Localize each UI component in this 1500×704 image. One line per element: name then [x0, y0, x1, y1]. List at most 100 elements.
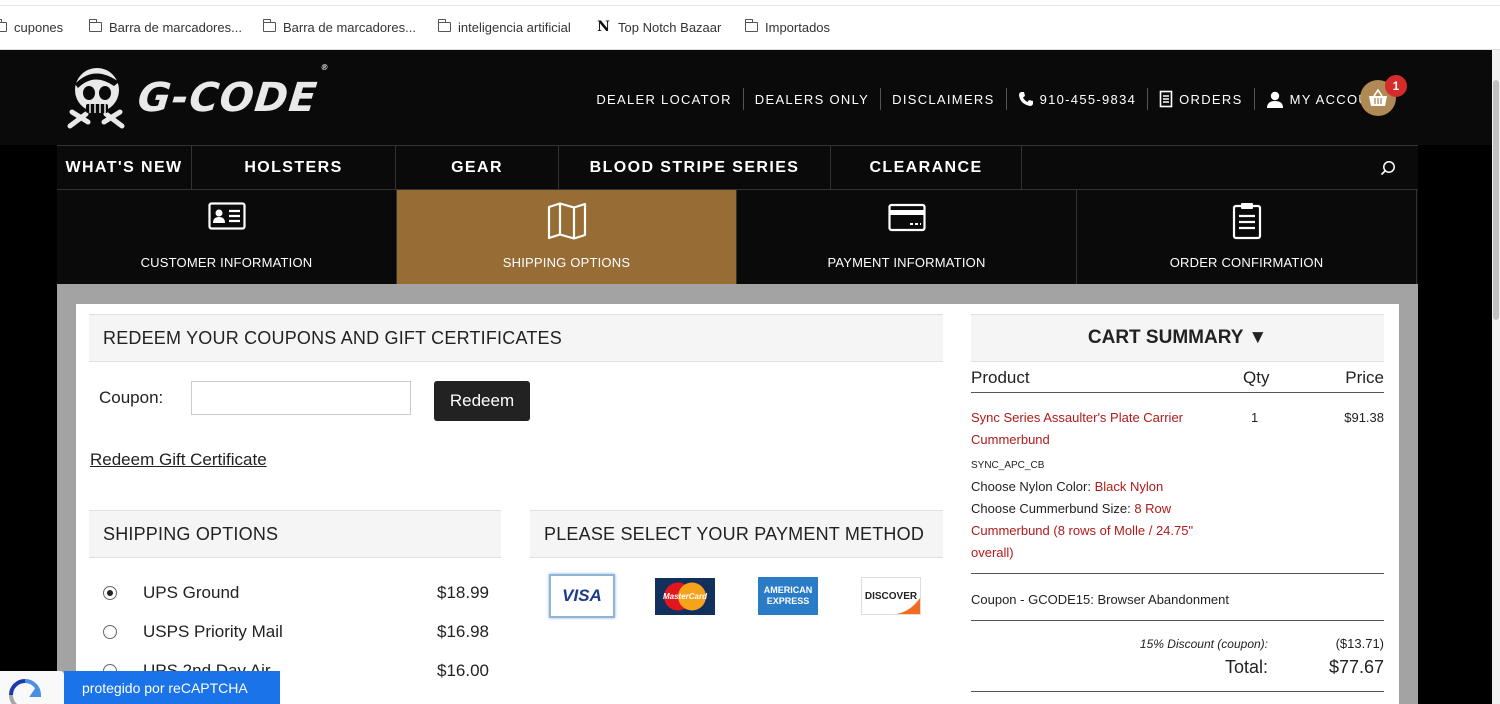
bookmark-top-notch[interactable]: N Top Notch Bazaar — [596, 18, 721, 36]
folder-icon — [263, 19, 276, 32]
dealer-locator-label: DEALER LOCATOR — [596, 91, 732, 107]
tab-strip-edge — [0, 0, 1500, 6]
shipping-options-heading: SHIPPING OPTIONS — [89, 510, 501, 558]
amex-logo-top: AMERICAN — [763, 585, 813, 595]
col-qty: Qty — [1243, 368, 1270, 387]
bookmark-barra-2[interactable]: Barra de marcadores... — [263, 18, 416, 36]
coupons-heading-text: REDEEM YOUR COUPONS AND GIFT CERTIFICATE… — [103, 327, 562, 348]
discover-card-option[interactable]: DISCOVER — [861, 577, 921, 615]
folder-icon — [89, 19, 102, 32]
cart-item-option-size: Choose Cummerbund Size: 8 Row Cummerbund… — [971, 498, 1221, 564]
phone-label: 910-455-9834 — [1039, 91, 1137, 107]
step-customer-information[interactable]: CUSTOMER INFORMATION — [57, 190, 397, 284]
basket-icon — [1369, 89, 1387, 106]
recaptcha-label: protegido por reCAPTCHA — [82, 679, 248, 696]
step-shipping-options[interactable]: SHIPPING OPTIONS — [397, 190, 737, 284]
gcode-logo[interactable]: G-CODE® — [64, 62, 330, 134]
radio-unselected[interactable] — [103, 625, 117, 639]
dealers-only-label: DEALERS ONLY — [754, 91, 870, 107]
cart-item-option-color: Choose Nylon Color: Black Nylon — [971, 476, 1163, 498]
orders-icon — [1159, 90, 1173, 108]
visa-logo: VISA — [562, 586, 602, 605]
bookmark-label: inteligencia artificial — [458, 19, 571, 35]
dealer-locator-link[interactable]: DEALER LOCATOR — [585, 88, 742, 110]
step-order-confirmation[interactable]: ORDER CONFIRMATION — [1077, 190, 1417, 284]
mastercard-option[interactable]: MasterCard — [655, 578, 715, 615]
clipboard-icon — [1232, 203, 1261, 240]
total-value: $77.67 — [1328, 657, 1384, 677]
step-label: CUSTOMER INFORMATION — [140, 255, 313, 270]
option-label: Choose Cummerbund Size: — [971, 501, 1131, 516]
bookmark-label: Barra de marcadores... — [283, 19, 416, 35]
credit-card-icon — [887, 203, 926, 232]
cart-summary-header: Product Qty Price — [971, 366, 1384, 393]
nav-label: HOLSTERS — [244, 158, 343, 176]
bookmark-label: Top Notch Bazaar — [618, 19, 722, 35]
id-card-icon — [207, 202, 246, 230]
shipping-option-name: UPS Ground — [143, 583, 240, 602]
cart-count-badge: 1 — [1385, 75, 1407, 97]
divider — [971, 573, 1384, 574]
cart-summary-toggle[interactable]: CART SUMMARY ▼ — [971, 314, 1384, 362]
search-icon[interactable] — [1380, 160, 1396, 176]
cart-button[interactable]: 1 — [1360, 75, 1407, 116]
logo-text: G-CODE — [135, 75, 320, 121]
shipping-option-price: $16.98 — [437, 622, 489, 641]
utility-nav: DEALER LOCATOR DEALERS ONLY DISCLAIMERS … — [585, 88, 1400, 110]
recaptcha-logo-box[interactable] — [0, 671, 64, 704]
nav-blood-stripe-series[interactable]: BLOOD STRIPE SERIES — [559, 146, 831, 189]
phone-icon — [1018, 92, 1033, 106]
bookmark-cupones[interactable]: cupones — [0, 18, 63, 36]
shipping-heading-text: SHIPPING OPTIONS — [103, 523, 279, 544]
dealers-only-link[interactable]: DEALERS ONLY — [742, 88, 880, 110]
redeem-button[interactable]: Redeem — [434, 381, 530, 421]
orders-link[interactable]: ORDERS — [1147, 88, 1253, 110]
folder-icon — [745, 19, 758, 32]
applied-coupon: Coupon - GCODE15: Browser Abandonment — [971, 592, 1229, 607]
step-payment-information[interactable]: PAYMENT INFORMATION — [737, 190, 1077, 284]
redeem-gift-certificate-link[interactable]: Redeem Gift Certificate — [90, 450, 267, 470]
cart-summary-title: CART SUMMARY ▼ — [1087, 327, 1268, 348]
bookmark-label: Barra de marcadores... — [109, 19, 242, 35]
radio-selected[interactable] — [103, 586, 117, 600]
folder-icon — [0, 19, 7, 32]
cart-item-price: $91.38 — [1344, 410, 1384, 425]
shipping-option-name: USPS Priority Mail — [143, 622, 283, 641]
user-icon — [1266, 91, 1283, 108]
page-scrollbar[interactable] — [1492, 50, 1500, 704]
step-label: ORDER CONFIRMATION — [1169, 255, 1324, 270]
disclaimers-link[interactable]: DISCLAIMERS — [880, 88, 1005, 110]
payment-heading-text: PLEASE SELECT YOUR PAYMENT METHOD — [544, 523, 925, 544]
discount-value: ($13.71) — [1335, 636, 1384, 651]
nav-gear[interactable]: GEAR — [396, 146, 559, 189]
shipping-option-price: $16.00 — [437, 661, 489, 680]
recaptcha-badge[interactable]: protegido por reCAPTCHA — [64, 671, 280, 704]
nav-label: CLEARANCE — [869, 158, 983, 176]
coupon-input[interactable] — [191, 381, 411, 415]
bookmark-barra-1[interactable]: Barra de marcadores... — [89, 18, 242, 36]
discover-stripe-icon — [896, 598, 920, 614]
nav-holsters[interactable]: HOLSTERS — [192, 146, 396, 189]
col-price: Price — [1345, 368, 1384, 387]
nav-label: GEAR — [451, 158, 503, 176]
registered-mark: ® — [320, 63, 331, 72]
scrollbar-thumb[interactable] — [1493, 80, 1499, 320]
nav-clearance[interactable]: CLEARANCE — [831, 146, 1022, 189]
divider — [971, 620, 1384, 621]
coupon-label: Coupon: — [99, 388, 164, 407]
shipping-option-ups-ground[interactable]: UPS Ground $18.99 — [103, 581, 489, 605]
divider — [971, 691, 1384, 692]
shipping-option-usps-priority[interactable]: USPS Priority Mail $16.98 — [103, 620, 489, 644]
step-label: SHIPPING OPTIONS — [502, 255, 631, 270]
payment-method-heading: PLEASE SELECT YOUR PAYMENT METHOD — [530, 510, 943, 558]
nav-search[interactable] — [1022, 146, 1418, 189]
main-nav: WHAT'S NEW HOLSTERS GEAR BLOOD STRIPE SE… — [57, 145, 1418, 190]
phone-link[interactable]: 910-455-9834 — [1005, 88, 1148, 110]
nav-label: WHAT'S NEW — [65, 158, 183, 176]
amex-card-option[interactable]: AMERICAN EXPRESS — [758, 577, 818, 615]
cart-item-name-link[interactable]: Sync Series Assaulter's Plate Carrier Cu… — [971, 407, 1221, 451]
visa-card-option[interactable]: VISA — [549, 574, 615, 618]
nav-whats-new[interactable]: WHAT'S NEW — [57, 146, 192, 189]
bookmark-inteligencia[interactable]: inteligencia artificial — [438, 18, 571, 36]
bookmark-importados[interactable]: Importados — [745, 18, 830, 36]
